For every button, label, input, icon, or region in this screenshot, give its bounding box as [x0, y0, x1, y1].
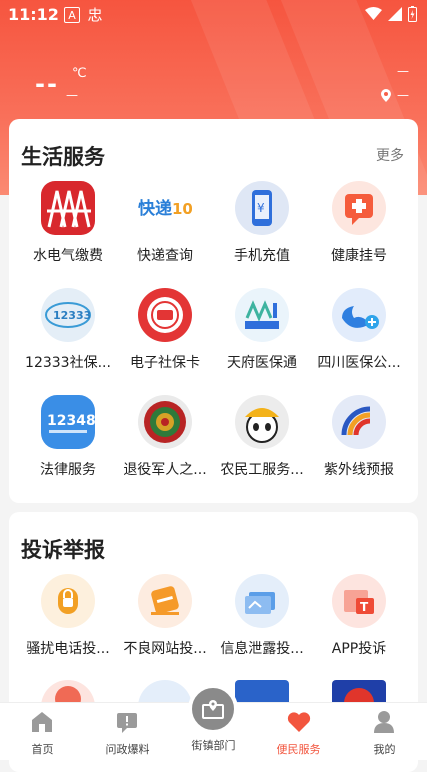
- life-services-card: 生活服务 更多 水电气缴费 快递100 快递查询 ¥ 手机充值 健康挂号: [9, 119, 418, 503]
- 12333-icon: 12333: [41, 288, 95, 342]
- svg-text:¥: ¥: [257, 201, 265, 215]
- svg-text:T: T: [360, 600, 369, 614]
- notification-a-icon: A: [64, 7, 80, 23]
- complaint-label: APP投诉: [331, 641, 387, 657]
- info-leak-icon: [235, 574, 289, 628]
- tab-label: 问政爆料: [105, 743, 150, 756]
- tab-label: 便民服务: [276, 743, 321, 756]
- wifi-icon: [365, 7, 382, 20]
- temperature-unit: ℃: [72, 66, 87, 81]
- tab-report[interactable]: 问政爆料: [85, 703, 170, 760]
- bad-website-icon: [138, 574, 192, 628]
- complaint-label: 不良网站投...: [123, 641, 207, 657]
- service-tianfu[interactable]: 天府医保通: [212, 288, 312, 372]
- service-utility[interactable]: 水电气缴费: [18, 181, 118, 265]
- status-time: 11:12: [8, 5, 59, 24]
- service-label: 法律服务: [40, 462, 96, 478]
- person-icon: [374, 711, 394, 733]
- map-pin-icon: [202, 700, 224, 719]
- service-label: 退役军人之...: [123, 462, 207, 478]
- logo-12333-text: 12333: [53, 309, 91, 322]
- weather-temperature: --: [35, 70, 59, 98]
- tab-home[interactable]: 首页: [0, 703, 85, 760]
- veteran-icon: [138, 395, 192, 449]
- service-social-card[interactable]: 电子社保卡: [115, 288, 215, 372]
- service-label: 四川医保公...: [317, 355, 401, 371]
- location-pin-icon: [381, 88, 391, 102]
- more-link[interactable]: 更多: [376, 145, 404, 165]
- phone-recharge-icon: ¥: [235, 181, 289, 235]
- service-uv[interactable]: 紫外线预报: [309, 395, 409, 479]
- tab-services[interactable]: 便民服务: [256, 703, 341, 760]
- service-label: 12333社保...: [25, 355, 111, 371]
- service-label: 天府医保通: [227, 355, 297, 371]
- service-legal[interactable]: 12348 法律服务: [18, 395, 118, 479]
- tab-label: 街镇部门: [191, 739, 236, 752]
- service-label: 手机充值: [234, 248, 290, 264]
- heart-icon: [287, 712, 311, 732]
- legal-icon: 12348: [41, 395, 95, 449]
- tab-profile[interactable]: 我的: [342, 703, 427, 760]
- service-label: 电子社保卡: [130, 355, 200, 371]
- weather-description: —: [66, 88, 78, 102]
- service-sichuan-medical[interactable]: 四川医保公...: [309, 288, 409, 372]
- tianfu-icon: [235, 288, 289, 342]
- tab-label: 首页: [31, 743, 54, 756]
- complaints-title: 投诉举报: [21, 538, 105, 562]
- complaint-info-leak[interactable]: 信息泄露投...: [212, 574, 312, 658]
- service-label: 农民工服务...: [220, 462, 304, 478]
- report-icon: [117, 713, 137, 733]
- service-veteran[interactable]: 退役军人之...: [115, 395, 215, 479]
- health-register-icon: [332, 181, 386, 235]
- uv-icon: [332, 395, 386, 449]
- logo-12348-text: 12348: [47, 413, 95, 429]
- svg-text:快递: 快递: [138, 198, 172, 219]
- air-quality: —: [397, 64, 409, 78]
- service-label: 快递查询: [137, 248, 193, 264]
- tab-label: 我的: [373, 743, 396, 756]
- service-phone-recharge[interactable]: ¥ 手机充值: [212, 181, 312, 265]
- migrant-worker-icon: [235, 395, 289, 449]
- social-card-icon: [138, 288, 192, 342]
- location[interactable]: —: [381, 88, 409, 102]
- life-services-title: 生活服务: [21, 145, 105, 169]
- notification-app-icon: 忠: [87, 5, 103, 24]
- location-text: —: [397, 88, 409, 102]
- battery-icon: [408, 6, 417, 22]
- service-express[interactable]: 快递100 快递查询: [115, 181, 215, 265]
- service-health[interactable]: 健康挂号: [309, 181, 409, 265]
- home-icon: [32, 712, 52, 732]
- service-migrant-worker[interactable]: 农民工服务...: [212, 395, 312, 479]
- signal-icon: [388, 7, 402, 21]
- service-label: 水电气缴费: [33, 248, 103, 264]
- complaint-label: 骚扰电话投...: [26, 641, 110, 657]
- status-bar: 11:12 A 忠: [0, 0, 427, 30]
- svg-text:100: 100: [172, 200, 192, 218]
- complaint-bad-website[interactable]: 不良网站投...: [115, 574, 215, 658]
- utility-icon: [41, 181, 95, 235]
- service-label: 紫外线预报: [324, 462, 394, 478]
- service-label: 健康挂号: [331, 248, 387, 264]
- express-icon: 快递100: [138, 181, 192, 235]
- service-12333[interactable]: 12333 12333社保...: [18, 288, 118, 372]
- complaint-label: 信息泄露投...: [220, 641, 304, 657]
- complaint-harass-call[interactable]: 骚扰电话投...: [18, 574, 118, 658]
- departments-fab[interactable]: [188, 684, 238, 734]
- complaint-app[interactable]: T APP投诉: [309, 574, 409, 658]
- sichuan-medical-icon: [332, 288, 386, 342]
- app-complaint-icon: T: [332, 574, 386, 628]
- harass-call-icon: [41, 574, 95, 628]
